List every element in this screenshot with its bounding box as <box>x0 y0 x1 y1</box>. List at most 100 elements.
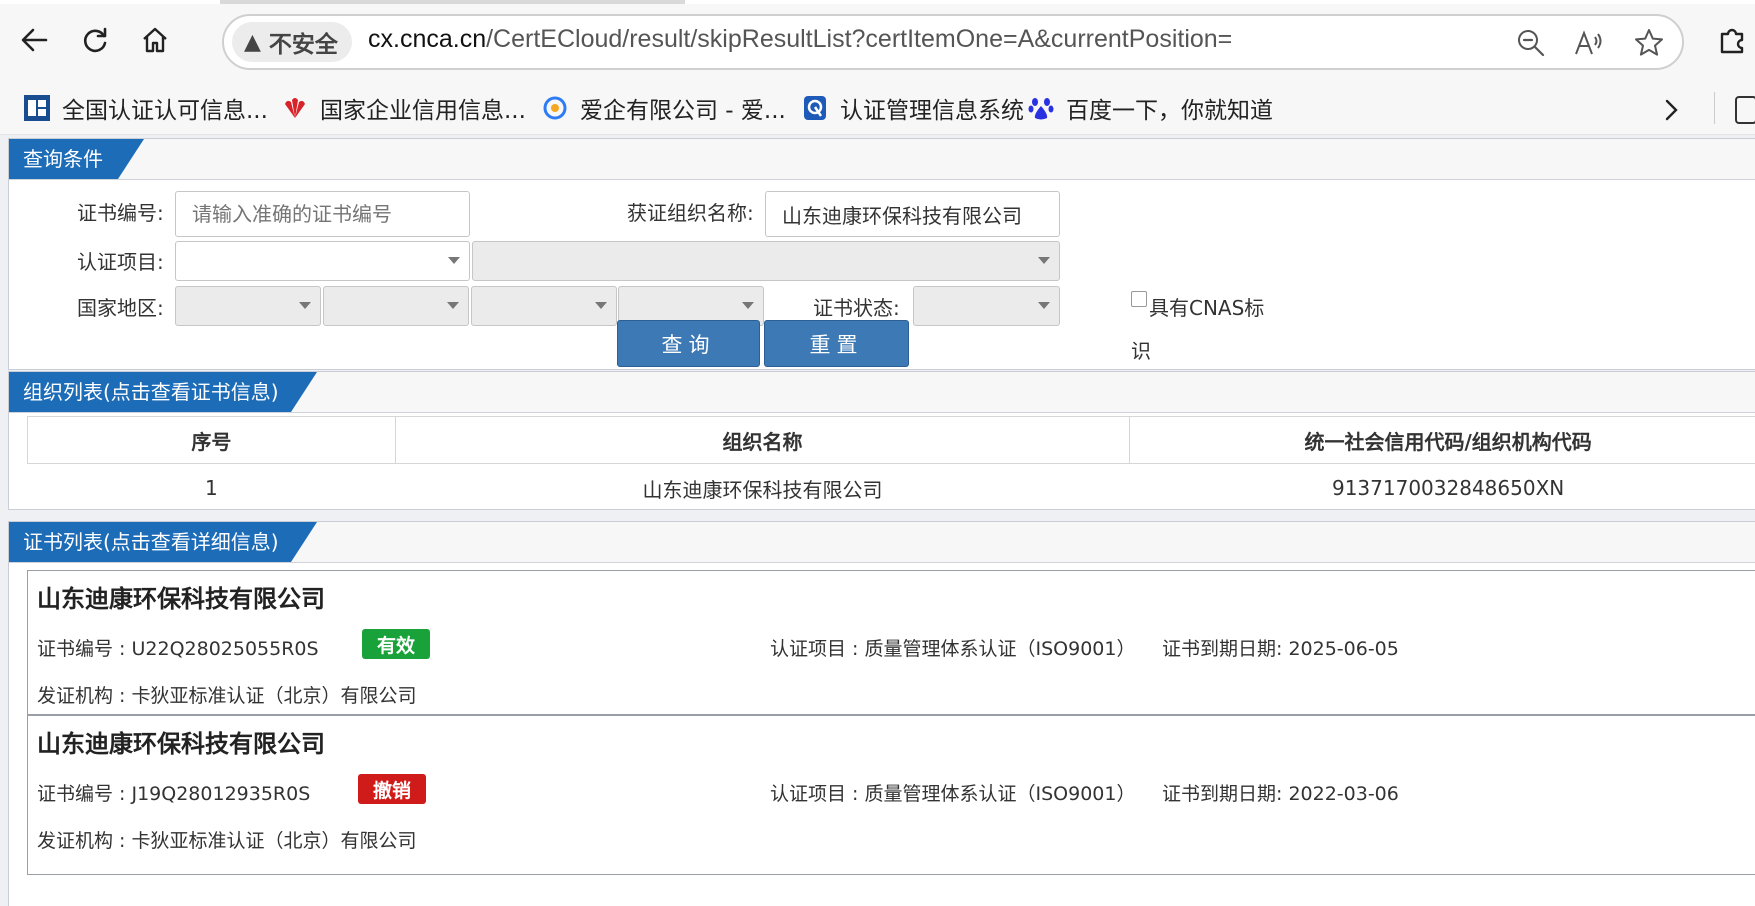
column-header: 序号 <box>27 416 396 464</box>
refresh-button[interactable] <box>73 18 117 62</box>
region-select-1[interactable] <box>175 286 321 326</box>
cert-list-panel: 证书列表(点击查看详细信息) 山东迪康环保科技有限公司 证书编号 : U22Q2… <box>8 521 1755 906</box>
bookmark-label: 认证管理信息系统 <box>840 98 1024 124</box>
column-header: 统一社会信用代码/组织机构代码 <box>1129 416 1755 464</box>
table-header-row: 序号 组织名称 统一社会信用代码/组织机构代码 <box>27 416 1755 464</box>
cert-issuer: 发证机构 : 卡狄亚标准认证（北京）有限公司 <box>37 685 417 707</box>
chevron-down-icon <box>299 302 311 309</box>
cert-subitem-select[interactable] <box>472 241 1060 281</box>
row-index: 1 <box>205 476 218 500</box>
bookmark-item[interactable]: 认证管理信息系统 <box>800 90 1024 126</box>
bookmark-item[interactable]: 国家企业信用信息... <box>280 90 526 126</box>
bookmark-favicon-aiqicha <box>540 93 570 123</box>
bookmark-favicon-gsxt <box>280 93 310 123</box>
row-credit-code: 9137170032848650XN <box>1331 476 1565 500</box>
status-badge: 有效 <box>362 629 430 659</box>
more-bookmarks-button[interactable] <box>1655 94 1687 126</box>
collections-icon[interactable] <box>1735 96 1755 124</box>
page-content: 查询条件 证书编号: 获证组织名称: 认证项目: 国家地区: 证书状态: 具有C… <box>0 135 1755 906</box>
url-host: cx.cnca.cn <box>368 25 487 53</box>
warning-icon: ▲ <box>244 29 261 55</box>
cnas-checkbox[interactable] <box>1131 291 1147 307</box>
favorite-button[interactable] <box>1632 26 1666 60</box>
bookmark-favicon-cert-mgmt <box>800 93 830 123</box>
bookmark-item[interactable]: 全国认证认可信息... <box>22 90 268 126</box>
cert-number: 证书编号 : U22Q28025055R0S <box>37 638 319 660</box>
cert-item: 认证项目 : 质量管理体系认证（ISO9001） <box>770 783 1136 805</box>
region-select-3[interactable] <box>471 286 617 326</box>
chevron-down-icon <box>1038 302 1050 309</box>
browser-toolbar: ▲ 不安全 cx.cnca.cn/CertECloud/result/skipR… <box>0 4 1755 84</box>
table-row[interactable]: 1 山东迪康环保科技有限公司 9137170032848650XN <box>28 464 1755 513</box>
cnas-label-wrap: 识 <box>1131 339 1151 363</box>
cert-org-name: 山东迪康环保科技有限公司 <box>37 585 325 613</box>
search-button[interactable]: 查询 <box>617 320 760 367</box>
zoom-button[interactable] <box>1514 26 1548 60</box>
column-header: 组织名称 <box>394 416 1131 464</box>
chevron-right-icon <box>1665 99 1678 121</box>
cert-list-header: 证书列表(点击查看详细信息) <box>9 522 1755 563</box>
cert-item: 认证项目 : 质量管理体系认证（ISO9001） <box>770 638 1136 660</box>
bookmark-label: 百度一下，你就知道 <box>1066 98 1273 124</box>
bookmarks-bar: 全国认证认可信息... 国家企业信用信息... 爱企有限公司 - 爱... 认证… <box>0 84 1755 135</box>
back-arrow-icon <box>21 28 48 52</box>
bookmark-label: 爱企有限公司 - 爱... <box>580 98 786 124</box>
cert-no-label: 证书编号: <box>77 201 164 225</box>
read-aloud-icon <box>1575 30 1602 55</box>
org-list-title: 组织列表(点击查看证书信息) <box>9 372 317 412</box>
cert-card[interactable]: 山东迪康环保科技有限公司 证书编号 : U22Q28025055R0S 有效 认… <box>27 570 1755 715</box>
chevron-down-icon <box>448 257 460 264</box>
site-security-chip[interactable]: ▲ 不安全 <box>232 22 352 62</box>
cnas-label: 具有CNAS标 <box>1149 296 1265 320</box>
cert-item-label: 认证项目: <box>77 250 164 274</box>
bookmark-favicon-baidu <box>1026 93 1056 123</box>
query-panel-header: 查询条件 <box>9 139 1755 180</box>
region-label: 国家地区: <box>77 296 164 320</box>
bookmark-item[interactable]: 百度一下，你就知道 <box>1026 90 1273 126</box>
chevron-down-icon <box>742 302 754 309</box>
status-label: 证书状态: <box>813 296 900 320</box>
url-path: /CertECloud/result/skipResultList?certIt… <box>486 25 1233 53</box>
org-list-panel: 组织列表(点击查看证书信息) 序号 组织名称 统一社会信用代码/组织机构代码 1… <box>8 371 1755 510</box>
favorite-star-icon <box>1635 29 1663 56</box>
bookmark-label: 全国认证认可信息... <box>62 98 268 124</box>
back-button[interactable] <box>12 18 56 62</box>
chevron-down-icon <box>1038 257 1050 264</box>
status-select[interactable] <box>913 286 1060 326</box>
cert-number: 证书编号 : J19Q28012935R0S <box>37 783 311 805</box>
bookmark-label: 国家企业信用信息... <box>320 98 526 124</box>
bookmark-favicon-cnca <box>22 93 52 123</box>
status-badge: 撤销 <box>358 774 426 804</box>
cert-issuer: 发证机构 : 卡狄亚标准认证（北京）有限公司 <box>37 830 417 852</box>
query-section-title: 查询条件 <box>9 139 144 179</box>
org-name-input[interactable] <box>765 191 1060 237</box>
cert-expiry: 证书到期日期: 2025-06-05 <box>1162 638 1399 660</box>
cert-org-name: 山东迪康环保科技有限公司 <box>37 730 325 758</box>
zoom-out-icon <box>1518 30 1545 57</box>
chevron-down-icon <box>595 302 607 309</box>
region-select-2[interactable] <box>323 286 469 326</box>
cert-item-select[interactable] <box>175 241 470 281</box>
row-org-name[interactable]: 山东迪康环保科技有限公司 <box>395 464 1130 513</box>
cert-list-title: 证书列表(点击查看详细信息) <box>9 522 317 562</box>
toolbar-divider <box>1714 92 1715 124</box>
security-label: 不安全 <box>268 32 338 58</box>
address-bar[interactable]: ▲ 不安全 cx.cnca.cn/CertECloud/result/skipR… <box>222 14 1684 70</box>
url-text[interactable]: cx.cnca.cn/CertECloud/result/skipResultL… <box>368 25 1232 54</box>
cert-expiry: 证书到期日期: 2022-03-06 <box>1162 783 1399 805</box>
home-button[interactable] <box>133 18 177 62</box>
extensions-button[interactable] <box>1712 20 1752 60</box>
cert-no-input[interactable] <box>175 191 470 237</box>
org-name-label: 获证组织名称: <box>627 201 754 225</box>
cert-card[interactable]: 山东迪康环保科技有限公司 证书编号 : J19Q28012935R0S 撤销 认… <box>27 715 1755 875</box>
read-aloud-button[interactable] <box>1572 26 1606 60</box>
bookmark-item[interactable]: 爱企有限公司 - 爱... <box>540 90 786 126</box>
chevron-down-icon <box>447 302 459 309</box>
extensions-icon <box>1720 28 1744 54</box>
refresh-icon <box>84 27 107 53</box>
org-list-header: 组织列表(点击查看证书信息) <box>9 372 1755 413</box>
query-panel: 查询条件 证书编号: 获证组织名称: 认证项目: 国家地区: 证书状态: 具有C… <box>8 138 1755 370</box>
org-table: 序号 组织名称 统一社会信用代码/组织机构代码 1 山东迪康环保科技有限公司 9… <box>27 416 1755 512</box>
reset-button[interactable]: 重置 <box>764 320 909 367</box>
home-icon <box>143 27 167 53</box>
